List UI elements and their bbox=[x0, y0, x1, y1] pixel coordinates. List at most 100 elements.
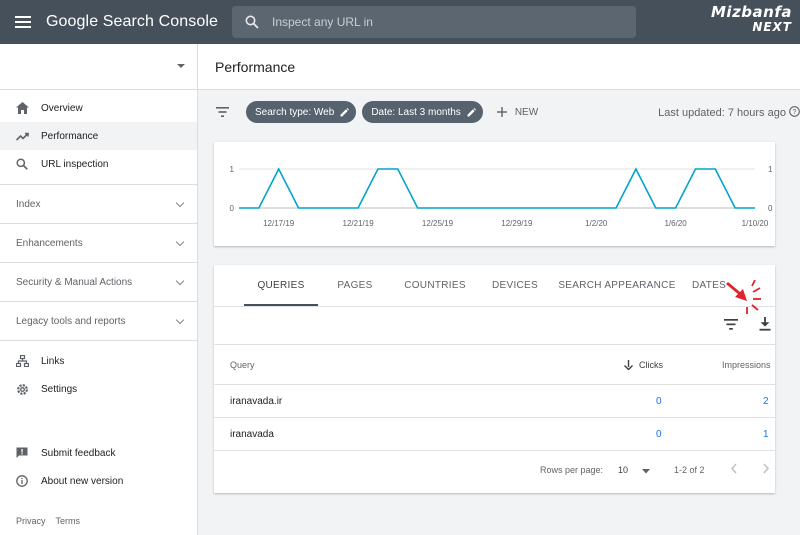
search-type-chip[interactable]: Search type: Web bbox=[246, 101, 357, 123]
info-icon bbox=[16, 475, 41, 487]
sidebar-item-label: Settings bbox=[41, 383, 78, 395]
tab-queries[interactable]: QUERIES bbox=[244, 265, 318, 306]
last-updated-label: Last updated: 7 hours ago bbox=[658, 107, 786, 119]
x-tick-label: 12/29/19 bbox=[501, 219, 533, 228]
tab-pages[interactable]: PAGES bbox=[318, 265, 392, 306]
main-content: Performance Search type: Web Date: Last … bbox=[198, 44, 800, 535]
query-cell: iranavada.ir bbox=[230, 395, 283, 407]
y-tick-label-right: 0 bbox=[768, 204, 773, 213]
gear-icon bbox=[16, 383, 41, 396]
page-range: 1-2 of 2 bbox=[674, 465, 705, 475]
arrow-down-icon bbox=[624, 359, 633, 370]
tab-search-appearance[interactable]: SEARCH APPEARANCE bbox=[552, 265, 682, 306]
series-line bbox=[239, 167, 755, 209]
last-updated-text: Last updated: 7 hours ago ? bbox=[658, 106, 800, 119]
column-impressions[interactable]: Impressions bbox=[722, 345, 771, 384]
filter-bar: Search type: Web Date: Last 3 months NEW… bbox=[198, 90, 800, 134]
help-icon[interactable]: ? bbox=[789, 106, 800, 117]
sidebar-section-security[interactable]: Security & Manual Actions bbox=[0, 262, 197, 301]
sidebar-item-performance[interactable]: Performance bbox=[0, 122, 197, 150]
search-icon bbox=[16, 158, 41, 170]
x-tick-label: 12/17/19 bbox=[263, 219, 295, 228]
search-icon bbox=[232, 15, 272, 29]
page-header: Performance bbox=[198, 44, 800, 90]
top-app-bar: Google Search Console Mizbanfa NEXT bbox=[0, 0, 800, 44]
trending-up-icon bbox=[16, 132, 41, 141]
chevron-right-icon[interactable] bbox=[762, 463, 770, 476]
chevron-down-icon bbox=[175, 237, 185, 246]
y-tick-label-left: 0 bbox=[230, 204, 235, 213]
property-selector[interactable] bbox=[0, 44, 197, 90]
chevron-left-icon[interactable] bbox=[730, 463, 738, 476]
edit-pencil-icon bbox=[340, 107, 350, 117]
y-tick-label-left: 1 bbox=[230, 165, 235, 174]
new-label: NEW bbox=[514, 106, 539, 118]
sidebar-item-submit-feedback[interactable]: Submit feedback bbox=[0, 439, 197, 467]
sidebar-item-label: Links bbox=[41, 355, 65, 367]
performance-chart-card: 1 0 1 0 12/17/19 12/21/19 12/25/19 12/29/19 1/2/… bbox=[214, 142, 775, 246]
query-cell: iranavada bbox=[230, 428, 274, 440]
sidebar-section-legacy[interactable]: Legacy tools and reports bbox=[0, 301, 197, 340]
y-tick-label-right: 1 bbox=[768, 165, 773, 174]
watermark-logo: Mizbanfa NEXT bbox=[711, 5, 792, 35]
sidebar-footer: Privacy Terms bbox=[16, 516, 90, 526]
clicks-label: Clicks bbox=[639, 359, 663, 370]
caret-down-icon bbox=[177, 64, 185, 68]
new-filter-button[interactable]: NEW bbox=[496, 106, 539, 118]
chevron-down-icon bbox=[175, 315, 185, 324]
sidebar: Overview Performance URL inspection Inde… bbox=[0, 44, 198, 535]
watermark-line1: Mizbanfa bbox=[711, 3, 792, 21]
performance-chart: 1 0 1 0 12/17/19 12/21/19 12/25/19 12/29/19 1/2/… bbox=[230, 165, 773, 228]
x-tick-label: 12/25/19 bbox=[422, 219, 454, 228]
tab-countries[interactable]: COUNTRIES bbox=[392, 265, 478, 306]
rows-per-page-value: 10 bbox=[618, 465, 629, 475]
table-row[interactable]: iranavada 0 1 bbox=[214, 418, 775, 451]
chevron-down-icon bbox=[175, 276, 185, 285]
home-icon bbox=[16, 102, 41, 114]
date-range-chip[interactable]: Date: Last 3 months bbox=[362, 101, 483, 123]
x-tick-label: 1/2/20 bbox=[585, 219, 608, 228]
sidebar-item-settings[interactable]: Settings bbox=[0, 375, 197, 403]
sidebar-item-label: Overview bbox=[41, 102, 83, 114]
queries-table-card: QUERIES PAGES COUNTRIES DEVICES SEARCH A… bbox=[214, 265, 775, 493]
plus-icon bbox=[496, 107, 507, 117]
sidebar-item-url-inspection[interactable]: URL inspection bbox=[0, 150, 197, 178]
page-title: Performance bbox=[215, 58, 296, 75]
column-clicks[interactable]: Clicks bbox=[624, 345, 663, 384]
edit-pencil-icon bbox=[467, 107, 476, 117]
tab-devices[interactable]: DEVICES bbox=[478, 265, 552, 306]
download-icon[interactable] bbox=[759, 317, 771, 331]
report-tabs: QUERIES PAGES COUNTRIES DEVICES SEARCH A… bbox=[214, 265, 775, 307]
search-input[interactable] bbox=[272, 15, 612, 29]
section-label: Enhancements bbox=[16, 237, 83, 249]
column-query[interactable]: Query bbox=[230, 345, 255, 384]
section-label: Legacy tools and reports bbox=[16, 315, 126, 327]
url-inspect-search[interactable] bbox=[232, 6, 636, 38]
sidebar-section-enhancements[interactable]: Enhancements bbox=[0, 223, 197, 262]
filter-rows-icon[interactable] bbox=[724, 319, 738, 330]
table-toolbar bbox=[214, 307, 775, 345]
sidebar-item-about-new-version[interactable]: About new version bbox=[0, 467, 197, 495]
menu-icon[interactable] bbox=[0, 0, 46, 44]
table-pagination: Rows per page: 10 1-2 of 2 bbox=[214, 451, 775, 491]
sidebar-item-links[interactable]: Links bbox=[0, 347, 197, 375]
section-label: Security & Manual Actions bbox=[16, 276, 133, 288]
table-row[interactable]: iranavada.ir 0 2 bbox=[214, 385, 775, 418]
svg-text:?: ? bbox=[793, 109, 797, 116]
chevron-down-icon bbox=[175, 198, 185, 207]
clicks-cell: 0 bbox=[656, 428, 662, 440]
x-tick-label: 12/21/19 bbox=[343, 219, 375, 228]
x-tick-label: 1/10/20 bbox=[742, 219, 769, 228]
search-console-app: Google Search Console Mizbanfa NEXT Over… bbox=[0, 0, 800, 535]
sidebar-item-overview[interactable]: Overview bbox=[0, 94, 197, 122]
privacy-link[interactable]: Privacy bbox=[16, 516, 46, 526]
rows-per-page-select[interactable]: 10 bbox=[618, 465, 651, 475]
filter-icon[interactable] bbox=[198, 107, 246, 117]
sidebar-section-index[interactable]: Index bbox=[0, 184, 197, 223]
terms-link[interactable]: Terms bbox=[56, 516, 81, 526]
app-brand[interactable]: Google Search Console bbox=[46, 13, 218, 31]
sidebar-item-label: URL inspection bbox=[41, 158, 109, 170]
impressions-cell: 1 bbox=[763, 428, 769, 440]
feedback-icon bbox=[16, 447, 41, 459]
links-icon bbox=[16, 355, 41, 367]
